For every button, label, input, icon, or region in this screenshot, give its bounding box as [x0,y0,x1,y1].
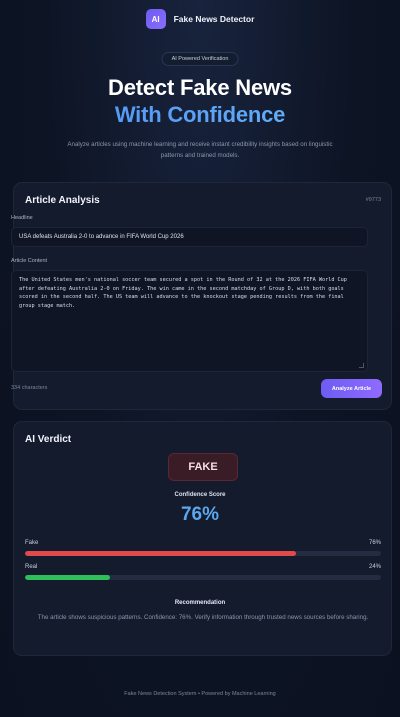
fake-bar-percent: 76% [368,540,381,546]
confidence-score-label: Confidence Score [174,492,226,498]
real-bar-label: Real [25,564,38,570]
content-label: Article Content [11,258,48,264]
verdict-title: AI Verdict [25,434,72,445]
character-count: 334 characters [11,385,48,391]
fake-bar-label: Fake [25,540,39,546]
app-logo: AI [145,9,166,29]
hero-title-line1: Detect Fake News [108,75,292,100]
article-content-text: The United States men's national soccer … [19,277,347,309]
confidence-score-value: 76% [180,504,220,525]
fake-bar-fill [25,551,296,556]
brand-name: Fake News Detector [173,14,255,24]
article-content-textarea[interactable]: The United States men's national soccer … [11,270,368,372]
analysis-id: #9773 [365,197,381,203]
hero-title-line2: With Confidence [0,102,400,128]
fake-probability-bar [25,551,381,556]
footer-text: Fake News Detection System • Powered by … [124,691,276,697]
real-bar-fill [25,575,111,580]
resize-handle-icon[interactable] [359,363,364,368]
real-probability-bar [25,575,381,580]
real-bar-percent: 24% [368,564,381,570]
analysis-title: Article Analysis [25,195,100,206]
hero-subtitle: Analyze articles using machine learning … [67,141,333,159]
recommendation-title: Recommendation [174,600,226,606]
verdict-result-badge: FAKE [168,453,238,481]
ai-powered-badge: AI Powered Verification [161,52,239,66]
recommendation-text: The article shows suspicious patterns. C… [37,614,369,621]
headline-input[interactable]: USA defeats Australia 2-0 to advance in … [11,227,368,247]
analyze-article-button[interactable]: Analyze Article [321,379,382,398]
top-bar: AI Fake News Detector [0,8,400,30]
headline-label: Headline [11,215,33,221]
